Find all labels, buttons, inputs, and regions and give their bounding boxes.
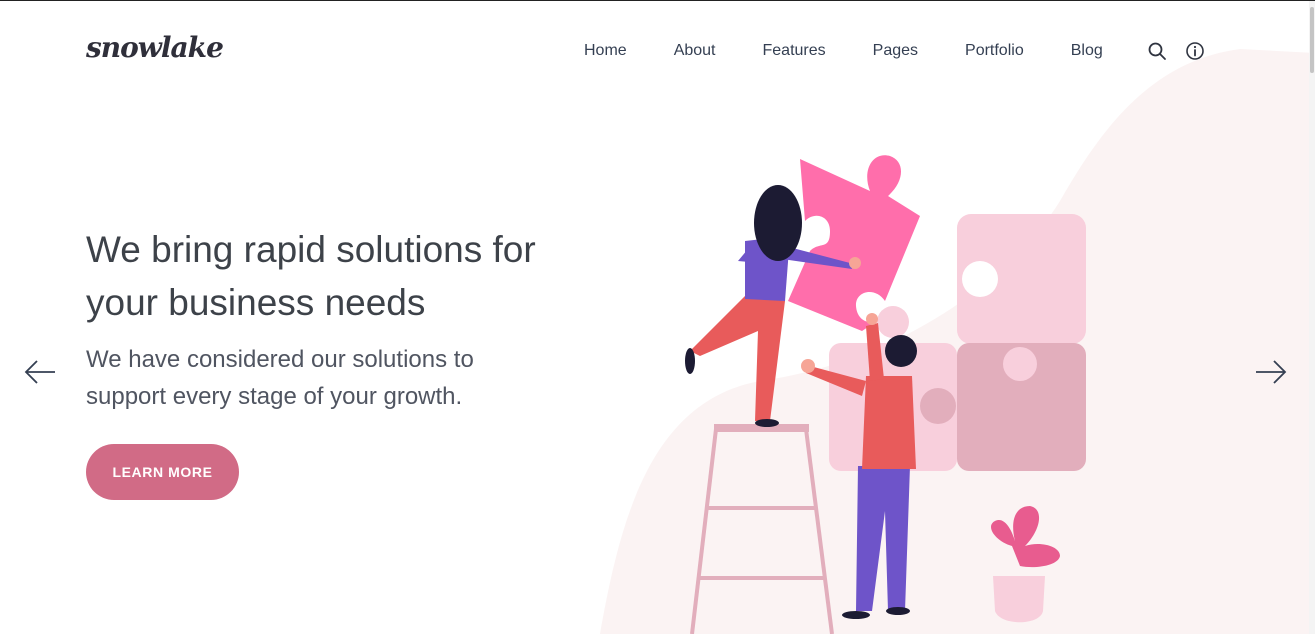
arrow-left-icon[interactable]	[23, 359, 57, 385]
main-nav: Home About Features Pages Portfolio Blog	[584, 41, 1223, 61]
nav-item-pages[interactable]: Pages	[873, 42, 918, 60]
hero-headline: We bring rapid solutions for your busine…	[86, 229, 536, 323]
page-scrollbar[interactable]	[1309, 1, 1315, 634]
nav-item-about[interactable]: About	[674, 42, 716, 60]
nav-item-blog[interactable]: Blog	[1071, 42, 1103, 60]
info-icon[interactable]	[1185, 41, 1205, 61]
brand-logo[interactable]: snowlake	[86, 31, 224, 64]
puzzle-illustration	[685, 155, 1086, 634]
nav-item-features[interactable]: Features	[763, 42, 826, 60]
learn-more-button[interactable]: LEARN MORE	[86, 444, 239, 500]
potted-plant	[991, 506, 1060, 623]
nav-item-portfolio[interactable]: Portfolio	[965, 42, 1024, 60]
ladder	[690, 424, 834, 634]
scrollbar-thumb[interactable]	[1310, 7, 1314, 73]
search-icon[interactable]	[1147, 41, 1167, 61]
hero-subtext: We have considered our solutions to supp…	[86, 346, 474, 410]
nav-item-home[interactable]: Home	[584, 42, 627, 60]
puzzle-piece-pink	[788, 155, 920, 331]
arrow-right-icon[interactable]	[1254, 359, 1288, 385]
